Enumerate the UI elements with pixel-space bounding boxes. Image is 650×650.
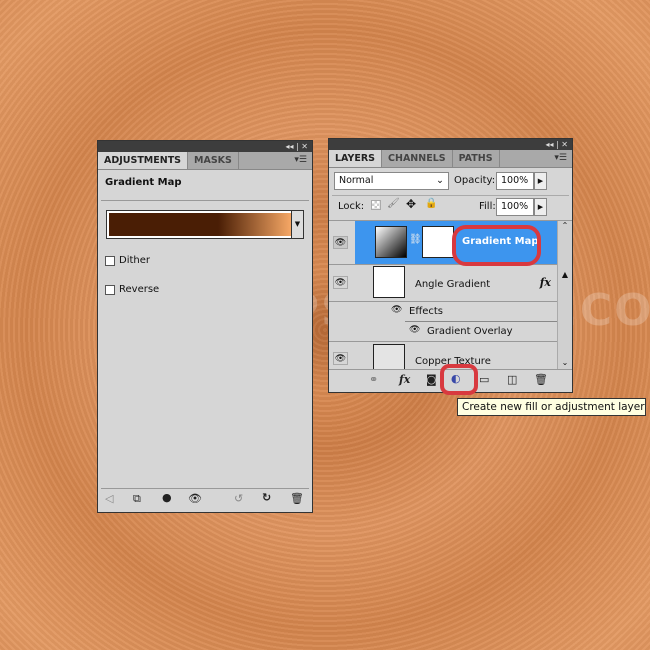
opacity-input[interactable]: 100% <box>496 172 534 190</box>
highlight-gradient-map <box>452 225 541 266</box>
reverse-checkbox[interactable]: Reverse <box>105 284 159 295</box>
scroll-thumb[interactable]: ▲ <box>558 270 572 279</box>
lock-label: Lock: <box>338 201 365 212</box>
panel-menu-icon[interactable]: ▾☰ <box>294 155 307 165</box>
gradient-preview[interactable] <box>109 213 291 236</box>
new-group-folder-icon[interactable]: ▭ <box>479 373 489 386</box>
visibility-eye-icon[interactable]: 👁 <box>333 276 348 289</box>
opacity-slider-button[interactable]: ▶ <box>534 172 547 190</box>
fill-input[interactable]: 100% <box>496 198 534 216</box>
tab-paths[interactable]: PATHS <box>453 150 500 167</box>
layer-thumbnail <box>373 266 405 298</box>
divider <box>101 488 309 489</box>
add-mask-icon[interactable]: ◙ <box>426 373 437 386</box>
link-layers-icon[interactable]: ⚭ <box>369 373 378 386</box>
divider <box>101 200 309 201</box>
fill-slider-button[interactable]: ▶ <box>534 198 547 216</box>
layer-name[interactable]: Angle Gradient <box>415 279 490 290</box>
panel-menu-icon[interactable]: ▾☰ <box>554 153 567 163</box>
dither-checkbox[interactable]: Dither <box>105 255 150 266</box>
clip-layer-icon[interactable]: ● <box>162 491 172 504</box>
view-previous-icon[interactable]: ↺ <box>234 492 243 505</box>
panel-titlebar[interactable]: ◂◂ | ✕ <box>329 139 572 150</box>
fx-icon[interactable]: fx <box>540 276 551 289</box>
tab-masks[interactable]: MASKS <box>188 152 239 169</box>
adjustment-title: Gradient Map <box>105 177 182 188</box>
scroll-up-icon[interactable]: ⌃ <box>558 221 572 230</box>
collapse-close-icon[interactable]: ◂◂ | ✕ <box>285 141 308 152</box>
chevron-down-icon: ⌄ <box>436 175 444 186</box>
collapse-close-icon[interactable]: ◂◂ | ✕ <box>545 139 568 150</box>
visibility-eye-icon[interactable]: 👁 <box>188 492 202 505</box>
effects-row[interactable]: 👁 Effects <box>329 302 557 322</box>
tab-adjustments[interactable]: ADJUSTMENTS <box>98 152 189 169</box>
panel-titlebar[interactable]: ◂◂ | ✕ <box>98 141 312 152</box>
add-layer-style-fx-icon[interactable]: fx <box>399 373 410 386</box>
gradient-dropdown-arrow[interactable]: ▼ <box>291 211 303 238</box>
link-icon[interactable]: ⛓ <box>409 234 422 245</box>
tab-layers[interactable]: LAYERS <box>329 150 383 167</box>
expand-view-icon[interactable]: ⧉ <box>133 492 141 506</box>
fill-label: Fill: <box>479 201 496 212</box>
delete-layer-trash-icon[interactable]: 🗑 <box>534 373 548 386</box>
lock-transparency-icon[interactable] <box>371 200 381 210</box>
mask-thumbnail <box>422 226 454 258</box>
adjustment-thumbnail <box>375 226 407 258</box>
adjustments-panel: ◂◂ | ✕ ADJUSTMENTS MASKS ▾☰ Gradient Map… <box>97 140 313 513</box>
scrollbar[interactable]: ⌃ ▲ ⌄ <box>557 221 572 369</box>
highlight-adjustment-button <box>440 364 478 395</box>
back-arrow-icon[interactable]: ◁ <box>105 492 113 505</box>
gradient-picker[interactable]: ▼ <box>106 210 304 239</box>
effect-eye-icon[interactable]: 👁 <box>409 325 420 335</box>
opacity-label: Opacity: <box>454 175 496 186</box>
tab-channels[interactable]: CHANNELS <box>382 150 453 167</box>
effect-row-gradient-overlay[interactable]: 👁 Gradient Overlay <box>329 322 557 342</box>
trash-icon[interactable]: 🗑 <box>290 492 304 505</box>
lock-image-brush-icon[interactable]: 🖌 <box>387 198 400 209</box>
reset-icon[interactable]: ↻ <box>262 491 271 504</box>
tooltip: Create new fill or adjustment layer <box>457 398 646 416</box>
lock-position-move-icon[interactable]: ✥ <box>406 197 416 211</box>
lock-all-icon[interactable]: 🔒 <box>425 198 437 209</box>
scroll-down-icon[interactable]: ⌄ <box>558 358 572 367</box>
new-layer-icon[interactable]: ◫ <box>507 373 517 386</box>
visibility-eye-icon[interactable]: 👁 <box>333 236 348 249</box>
layer-thumbnail <box>373 344 405 369</box>
blend-mode-select[interactable]: Normal ⌄ <box>334 172 449 190</box>
effects-eye-icon[interactable]: 👁 <box>391 305 402 315</box>
visibility-eye-icon[interactable]: 👁 <box>333 352 348 365</box>
divider <box>332 195 569 196</box>
layer-row-angle-gradient[interactable]: 👁 Angle Gradient fx <box>329 265 557 302</box>
layers-panel: ◂◂ | ✕ LAYERS CHANNELS PATHS ▾☰ Normal ⌄ … <box>328 138 573 393</box>
